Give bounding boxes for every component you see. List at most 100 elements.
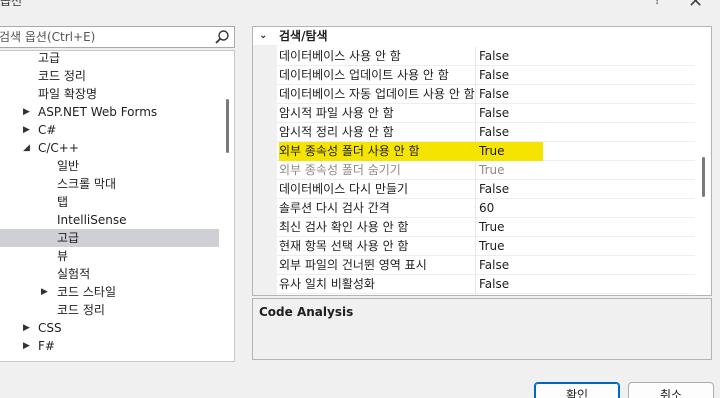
grid-scrollbar[interactable] [695,27,711,295]
tree-item[interactable]: 스크롤 막대 [0,175,219,193]
property-name: 유사 일치 비활성화 [279,277,375,291]
tree-item[interactable]: ▶ 코드 스타일 [0,283,219,301]
property-row[interactable]: 현재 항목 선택 사용 안 함 True [277,237,695,256]
tree-item-label: IntelliSense [57,213,127,227]
column-divider [475,218,476,237]
property-name: 외부 종속성 폴더 사용 안 함 [279,142,475,161]
property-row[interactable]: 외부 종속성 폴더 숨기기 True [277,161,695,180]
tree-item-label: 일반 [57,159,80,173]
property-name: 암시적 정리 사용 안 함 [279,125,394,139]
tree-item[interactable]: 코드 정리 [0,301,219,319]
tree-item[interactable]: ▶ C# [0,121,219,139]
property-row[interactable]: 데이터베이스 업데이트 사용 안 함 False [277,66,695,85]
help-icon[interactable]: ? [654,0,661,8]
tree-item-label: 고급 [57,231,80,245]
category-row[interactable]: ⌄ 검색/탐색 [253,27,695,45]
tree-item[interactable]: 고급 [0,229,219,247]
options-tree[interactable]: ▶ F# ▶ CSS 코드 정리 ▶ 코드 스타일 실험적 뷰 고급 IntelliSense 탭 스크… [0,50,235,362]
tree-scrollbar[interactable] [222,51,234,361]
tree-item-label: C# [38,123,57,137]
column-divider [475,104,476,123]
tree-item-label: ASP.NET Web Forms [38,105,158,119]
property-row[interactable]: 데이터베이스 자동 업데이트 사용 안 함 False [277,85,695,104]
grid-scroll-thumb[interactable] [702,157,705,197]
column-divider [475,237,476,256]
column-divider [475,180,476,199]
property-row[interactable]: 데이터베이스 다시 만들기 False [277,180,695,199]
grid-gutter [253,27,277,295]
ok-button[interactable]: 확인 [534,382,620,398]
property-value[interactable]: True [479,237,589,256]
description-pane: Code Analysis [252,298,712,360]
property-row[interactable]: 솔루션 다시 검사 간격 60 [277,199,695,218]
tree-item-label: CSS [38,321,62,335]
property-name: 데이터베이스 업데이트 사용 안 함 [279,68,449,82]
tree-item[interactable]: 탭 [0,193,219,211]
property-value[interactable]: False [479,85,589,104]
tree-item[interactable]: 뷰 [0,247,219,265]
property-row[interactable]: 외부 종속성 폴더 사용 안 함 True [277,142,695,161]
tree-item-label: 실험적 [57,267,91,281]
column-divider [475,256,476,275]
tree-item[interactable]: IntelliSense [0,211,219,229]
collapsed-arrow-icon[interactable]: ▶ [23,103,33,121]
property-row[interactable]: 최신 검사 확인 사용 안 함 True [277,218,695,237]
expanded-arrow-icon[interactable]: ◢ [23,139,33,157]
property-value[interactable]: False [479,275,589,294]
tree-item[interactable]: ◢ C/C++ [0,139,219,157]
tree-item[interactable]: 실험적 [0,265,219,283]
tree-item[interactable]: 파일 확장명 [0,85,219,103]
tree-item[interactable]: 고급 [0,51,219,67]
property-value[interactable]: True [479,161,589,180]
close-icon[interactable]: ✕ [688,0,703,12]
property-name: 외부 종속성 폴더 숨기기 [279,163,401,177]
tree-item[interactable]: ▶ CSS [0,319,219,337]
collapsed-arrow-icon[interactable]: ▶ [23,319,33,337]
property-value[interactable]: False [479,47,589,66]
property-value[interactable]: False [479,123,589,142]
tree-item-label: 고급 [38,51,61,65]
tree-item-label: 코드 정리 [57,303,105,317]
column-divider [475,85,476,104]
tree-scroll-thumb[interactable] [226,99,229,153]
property-row[interactable]: 외부 파일의 건너뛴 영역 표시 False [277,256,695,275]
property-row[interactable]: 암시적 정리 사용 안 함 False [277,123,695,142]
property-row[interactable]: 암시적 파일 사용 안 함 False [277,104,695,123]
tree-item[interactable]: ▶ F# [0,337,219,355]
search-box[interactable] [0,26,235,48]
property-value[interactable]: False [479,256,589,275]
property-name: 솔루션 다시 검사 간격 [279,201,390,215]
title-bar: 옵션 ? ✕ [0,0,720,22]
cancel-button[interactable]: 취소 [628,382,714,398]
description-title: Code Analysis [259,305,354,319]
collapsed-arrow-icon[interactable]: ▶ [41,283,51,301]
tree-item-label: 탭 [57,195,69,209]
tree-item-label: 코드 정리 [38,69,86,83]
property-value[interactable]: False [479,104,589,123]
tree-item[interactable]: ▶ ASP.NET Web Forms [0,103,219,121]
column-divider [475,66,476,85]
window-title: 옵션 [0,0,23,8]
property-name: 데이터베이스 다시 만들기 [279,182,409,196]
search-icon[interactable] [214,29,230,45]
property-value[interactable]: False [479,66,589,85]
tree-item[interactable]: 코드 정리 [0,67,219,85]
collapse-icon[interactable]: ⌄ [259,27,267,45]
tree-item-label: 뷰 [57,249,69,263]
search-input[interactable] [0,29,199,45]
property-row[interactable]: 유사 일치 비활성화 False [277,275,695,294]
tree-item-label: F# [38,339,55,353]
tree-item-label: 스크롤 막대 [57,177,117,191]
property-value[interactable]: False [479,180,589,199]
tree-item-label: C/C++ [38,141,79,155]
tree-item-label: 코드 스타일 [57,285,117,299]
property-name: 외부 파일의 건너뛴 영역 표시 [279,258,427,272]
collapsed-arrow-icon[interactable]: ▶ [23,337,33,355]
property-value[interactable]: True [479,218,589,237]
collapsed-arrow-icon[interactable]: ▶ [23,121,33,139]
property-row[interactable]: 데이터베이스 사용 안 함 False [277,47,695,66]
column-divider [475,275,476,294]
property-value[interactable]: True [479,142,543,161]
property-value[interactable]: 60 [479,199,589,218]
tree-item[interactable]: 일반 [0,157,219,175]
